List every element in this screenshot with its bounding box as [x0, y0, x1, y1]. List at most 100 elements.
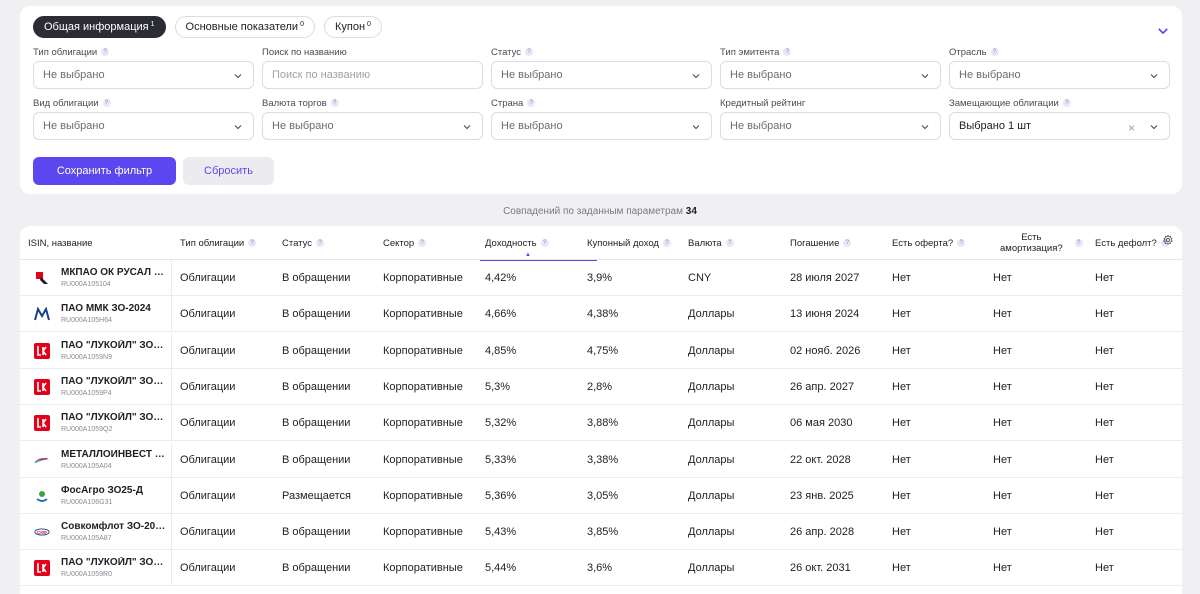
bond-name[interactable]: МЕТАЛЛОИНВЕСТ 028 — [61, 449, 166, 460]
help-icon[interactable]: ? — [1062, 99, 1071, 107]
col-sector[interactable]: Сектор? — [383, 226, 427, 260]
name-search-input[interactable] — [262, 61, 483, 89]
status-cell: В обращении — [282, 453, 351, 466]
clear-icon[interactable]: × — [1128, 121, 1135, 135]
bond-name[interactable]: Совкомфлот ЗО-2028 — [61, 521, 166, 532]
bond-isin: RU000A106G31 — [61, 498, 113, 506]
coupon-cell: 3,9% — [587, 272, 613, 284]
bond-name[interactable]: ПАО "ЛУКОЙЛ" ЗО-26 — [61, 340, 166, 351]
metalloinvest-icon — [34, 452, 50, 468]
bond-kind-select[interactable]: Не выбрано — [33, 112, 254, 140]
credit-rating-select[interactable]: Не выбрано — [720, 112, 941, 140]
help-icon[interactable]: ? — [843, 239, 852, 247]
help-icon[interactable]: ? — [316, 239, 325, 247]
bond-type-select[interactable]: Не выбрано — [33, 61, 254, 89]
help-icon[interactable]: ? — [418, 239, 427, 247]
col-maturity[interactable]: Погашение? — [790, 226, 852, 260]
tab-coupon[interactable]: Купон 0 — [323, 16, 382, 38]
name-search-filter: Поиск по названию — [262, 46, 483, 89]
table-row[interactable]: ПАО "ЛУКОЙЛ" ЗО-30 RU000A1059Q2 Облигаци… — [20, 405, 1182, 442]
maturity-cell: 06 мая 2030 — [790, 417, 853, 430]
tab-key-indicators[interactable]: Основные показатели 0 — [174, 16, 315, 38]
save-filter-button[interactable]: Сохранить фильтр — [33, 157, 176, 185]
help-icon[interactable]: ? — [540, 239, 549, 247]
offer-cell: Нет — [892, 417, 911, 430]
help-icon[interactable]: ? — [525, 48, 534, 56]
industry-select[interactable]: Не выбрано — [949, 61, 1170, 89]
status-select[interactable]: Не выбрано — [491, 61, 712, 89]
help-icon[interactable]: ? — [725, 239, 734, 247]
chevron-down-icon — [921, 74, 929, 79]
bond-name-cell[interactable]: ПАО "ЛУКОЙЛ" ЗО-26 RU000A1059N9 — [20, 332, 172, 369]
bond-name[interactable]: ПАО "ЛУКОЙЛ" ЗО-31 — [61, 557, 166, 568]
table-row[interactable]: МЕТАЛЛОИНВЕСТ 028 RU000A105A04 Облигации… — [20, 441, 1182, 478]
currency-select[interactable]: Не выбрано — [262, 112, 483, 140]
bond-name-cell[interactable]: МЕТАЛЛОИНВЕСТ 028 RU000A105A04 — [20, 441, 172, 478]
help-icon[interactable]: ? — [957, 239, 966, 247]
amortization-cell: Нет — [993, 562, 1012, 575]
bond-name-cell[interactable]: ПАО "ЛУКОЙЛ" ЗО-27 RU000A1059P4 — [20, 368, 172, 405]
help-icon[interactable]: ? — [248, 239, 257, 247]
maturity-cell: 02 нояб. 2026 — [790, 344, 861, 357]
tab-general-info[interactable]: Общая информация 1 — [33, 16, 166, 38]
maturity-cell: 26 апр. 2027 — [790, 380, 855, 393]
bond-name-cell[interactable]: ПАО ММК ЗО-2024 RU000A105H64 — [20, 296, 172, 333]
col-default[interactable]: Есть дефолт?? — [1095, 226, 1169, 260]
col-coupon[interactable]: Купонный доход? — [587, 226, 671, 260]
col-amortization[interactable]: Есть амортизация?? — [1000, 226, 1083, 260]
amortization-cell: Нет — [993, 453, 1012, 466]
col-bond-type[interactable]: Тип облигации? — [180, 226, 257, 260]
bond-name[interactable]: ФосАгро ЗО25-Д — [61, 485, 166, 496]
reset-button[interactable]: Сбросить — [183, 157, 274, 185]
chevron-down-icon — [692, 74, 700, 79]
bond-isin: RU000A1059P4 — [61, 389, 112, 397]
table-row[interactable]: ПАО "ЛУКОЙЛ" ЗО-31 RU000A1059R0 Облигаци… — [20, 550, 1182, 587]
bond-name-cell[interactable]: ФосАгро ЗО25-Д RU000A106G31 — [20, 477, 172, 514]
col-currency[interactable]: Валюта? — [688, 226, 734, 260]
table-row[interactable]: ФосАгро ЗО25-Д RU000A106G31 Облигации Ра… — [20, 477, 1182, 514]
gear-icon[interactable] — [1162, 234, 1174, 246]
col-name[interactable]: ISIN, название — [28, 226, 93, 260]
help-icon[interactable]: ? — [330, 99, 339, 107]
collapse-chevron-icon[interactable] — [1156, 24, 1170, 38]
help-icon[interactable]: ? — [1074, 239, 1083, 247]
yield-cell: 4,66% — [485, 308, 517, 321]
offer-cell: Нет — [892, 562, 911, 575]
bond-name[interactable]: ПАО "ЛУКОЙЛ" ЗО-27 — [61, 376, 166, 387]
bond-name[interactable]: ПАО ММК ЗО-2024 — [61, 303, 166, 314]
help-icon[interactable]: ? — [990, 48, 999, 56]
maturity-cell: 26 апр. 2028 — [790, 526, 855, 539]
table-row[interactable]: СКФ Совкомфлот ЗО-2028 RU000A105A87 Обли… — [20, 514, 1182, 551]
help-icon[interactable]: ? — [662, 239, 671, 247]
offer-cell: Нет — [892, 308, 911, 321]
sector-cell: Корпоративные — [383, 308, 463, 321]
help-icon[interactable]: ? — [527, 99, 536, 107]
credit-rating-filter: Кредитный рейтинг Не выбрано — [720, 97, 941, 140]
mmk-icon — [34, 306, 50, 322]
yield-cell: 5,32% — [485, 417, 517, 430]
table-row[interactable]: ПАО "ЛУКОЙЛ" ЗО-26 RU000A1059N9 Облигаци… — [20, 332, 1182, 369]
bond-type-cell: Облигации — [180, 453, 236, 466]
yield-cell: 5,36% — [485, 489, 517, 502]
maturity-cell: 23 янв. 2025 — [790, 489, 854, 502]
maturity-cell: 22 окт. 2028 — [790, 453, 851, 466]
bond-name[interactable]: ПАО "ЛУКОЙЛ" ЗО-30 — [61, 412, 166, 423]
bond-name-cell[interactable]: СКФ Совкомфлот ЗО-2028 RU000A105A87 — [20, 514, 172, 551]
table-row[interactable]: МКПАО ОК РУСАЛ БО-001Р-06 RU000A105104 О… — [20, 260, 1182, 296]
col-yield[interactable]: Доходность? ▲ — [480, 226, 596, 261]
table-row[interactable]: ПАО "ЛУКОЙЛ" ЗО-27 RU000A1059P4 Облигаци… — [20, 368, 1182, 405]
bond-name-cell[interactable]: МКПАО ОК РУСАЛ БО-001Р-06 RU000A105104 — [20, 260, 172, 296]
bond-name-cell[interactable]: ПАО "ЛУКОЙЛ" ЗО-31 RU000A1059R0 — [20, 550, 172, 587]
bond-name[interactable]: МКПАО ОК РУСАЛ БО-001Р-06 — [61, 267, 166, 278]
issuer-type-select[interactable]: Не выбрано — [720, 61, 941, 89]
help-icon[interactable]: ? — [783, 48, 792, 56]
help-icon[interactable]: ? — [102, 99, 111, 107]
table-row[interactable]: ПАО ММК ЗО-2024 RU000A105H64 Облигации В… — [20, 296, 1182, 333]
col-status[interactable]: Статус? — [282, 226, 325, 260]
col-offer[interactable]: Есть оферта?? — [892, 226, 966, 260]
replacement-bonds-select[interactable]: Выбрано 1 шт × — [949, 112, 1170, 140]
help-icon[interactable]: ? — [101, 48, 110, 56]
country-select[interactable]: Не выбрано — [491, 112, 712, 140]
bond-name-cell[interactable]: ПАО "ЛУКОЙЛ" ЗО-30 RU000A1059Q2 — [20, 405, 172, 442]
currency-cell: Доллары — [688, 380, 735, 393]
